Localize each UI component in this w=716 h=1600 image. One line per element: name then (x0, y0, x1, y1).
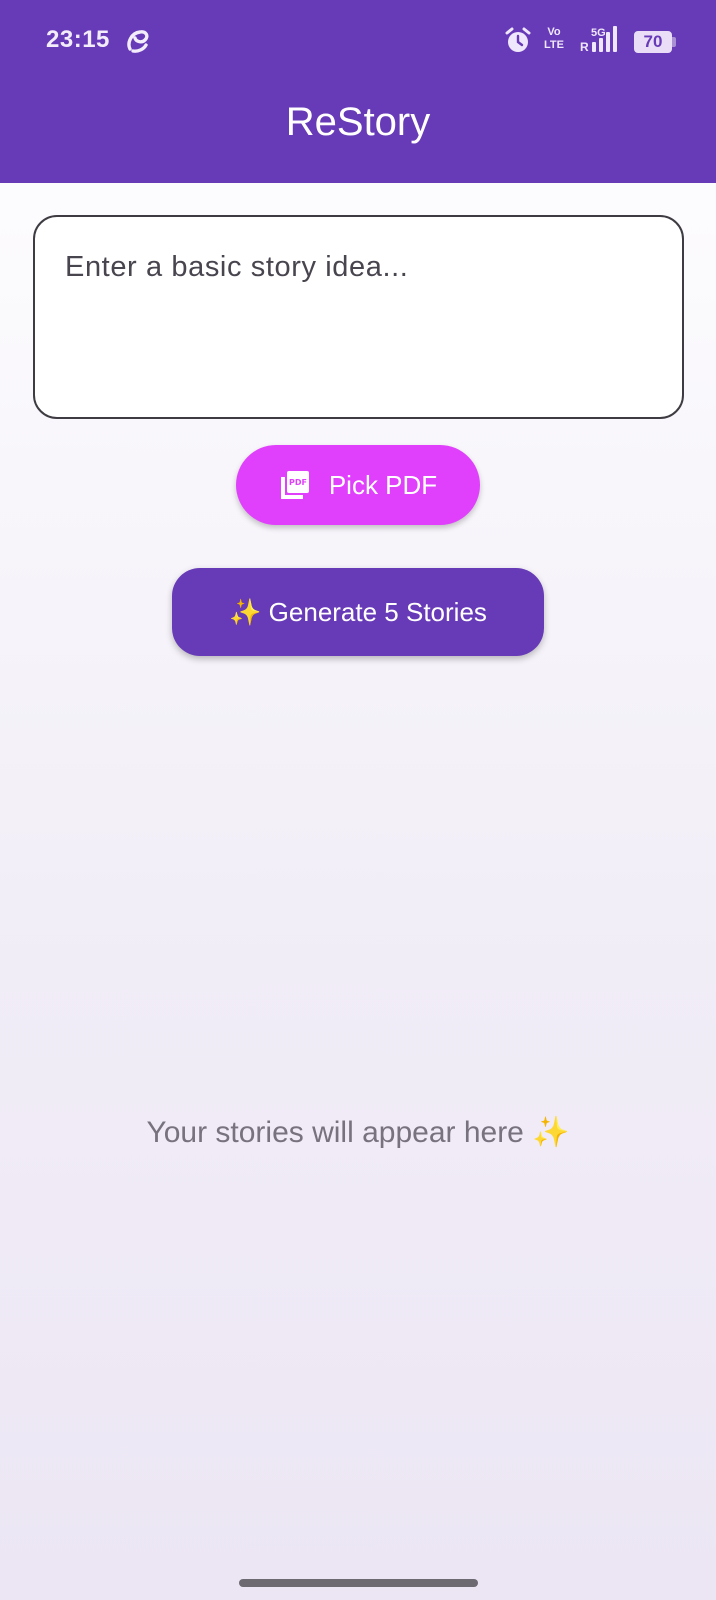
app-title: ReStory (285, 100, 431, 144)
alarm-icon (505, 27, 531, 52)
pick-pdf-label: Pick PDF (328, 469, 438, 500)
battery-level: 70 (643, 32, 663, 51)
battery-icon: 70 (634, 31, 676, 53)
generate-stories-label: ✨ Generate 5 Stories (229, 596, 487, 627)
volte-icon: Vo LTE (542, 26, 566, 56)
pick-pdf-button[interactable]: PDF Pick PDF (236, 445, 480, 525)
empty-state-message: Your stories will appear here ✨ (146, 1116, 570, 1149)
generate-stories-button[interactable]: ✨ Generate 5 Stories (172, 568, 544, 656)
app-bar: 23:15 Vo LTE R 5G 70 ReStory (0, 0, 716, 183)
battery-cap (672, 37, 676, 47)
story-idea-input[interactable] (33, 215, 684, 419)
svg-text:PDF: PDF (289, 478, 307, 487)
status-bar: 23:15 Vo LTE R 5G 70 (0, 0, 716, 82)
status-time: 23:15 (46, 26, 110, 53)
volte-top: Vo (547, 26, 561, 38)
signal-type-label: 5G (591, 27, 606, 39)
carrier-icon (127, 30, 149, 53)
volte-bottom: LTE (544, 39, 564, 51)
signal-icon: R 5G (580, 26, 617, 54)
home-indicator[interactable] (239, 1579, 478, 1587)
pdf-icon: PDF (280, 471, 309, 499)
roaming-label: R (580, 40, 589, 54)
